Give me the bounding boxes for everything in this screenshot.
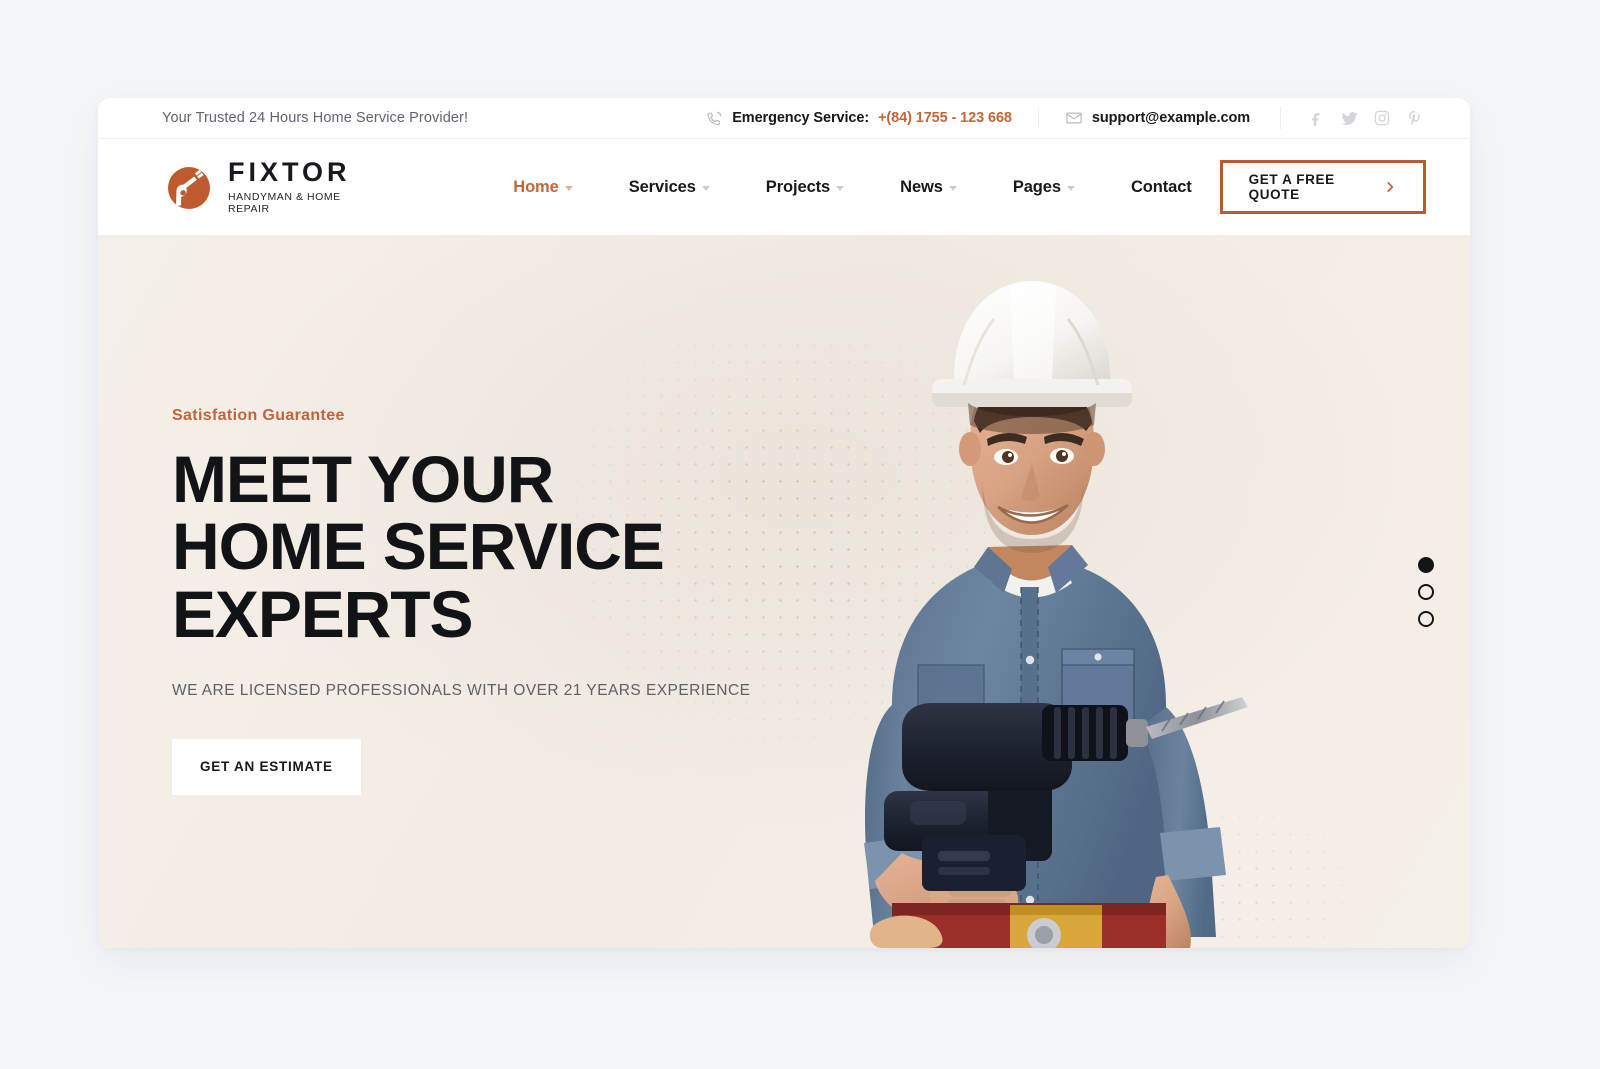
brand-name: FIXTOR (228, 157, 351, 187)
slider-dot-3[interactable] (1418, 610, 1434, 627)
hand-holding-wrench-icon (156, 157, 216, 217)
brand-logo[interactable]: FIXTOR HANDYMAN & HOME REPAIR (156, 157, 357, 217)
hero-title-line-2: HOME SERVICE (172, 509, 665, 584)
quote-button-label: GET A FREE QUOTE (1248, 172, 1335, 202)
nav-label-contact: Contact (1130, 177, 1192, 196)
nav-item-news[interactable]: News (872, 178, 985, 197)
main-navigation-bar: FIXTOR HANDYMAN & HOME REPAIR Home Servi… (98, 139, 1470, 235)
nav-label-pages: Pages (1012, 177, 1061, 196)
emergency-phone[interactable]: Emergency Service: +(84) 1755 - 123 668 (680, 110, 1038, 127)
email-address[interactable]: support@example.com (1092, 110, 1250, 126)
hero-subtitle: WE ARE LICENSED PROFESSIONALS WITH OVER … (172, 681, 751, 699)
hero-copy-block: Satisfation Guarantee MEET YOUR HOME SER… (172, 407, 772, 795)
facebook-icon[interactable] (1305, 107, 1327, 129)
get-a-free-quote-button[interactable]: GET A FREE QUOTE (1219, 160, 1426, 214)
nav-label-projects: Projects (765, 177, 831, 196)
twitter-icon[interactable] (1338, 107, 1360, 129)
nav-item-projects[interactable]: Projects (738, 178, 872, 197)
slider-dot-2[interactable] (1418, 583, 1434, 600)
nav-item-contact[interactable]: Contact (1103, 178, 1220, 197)
hero-title-line-1: MEET YOUR (172, 442, 554, 516)
nav-label-services: Services (628, 177, 696, 196)
hero-slider-section: Satisfation Guarantee MEET YOUR HOME SER… (98, 235, 1470, 948)
chevron-down-icon (836, 185, 845, 191)
nav-item-home[interactable]: Home (485, 178, 600, 197)
top-info-bar: Your Trusted 24 Hours Home Service Provi… (98, 98, 1470, 139)
hero-title-line-3: EXPERTS (172, 576, 473, 651)
hero-handyman-photo (742, 235, 1302, 948)
nav-label-home: Home (513, 177, 559, 196)
emergency-number[interactable]: +(84) 1755 - 123 668 (878, 110, 1012, 126)
chevron-down-icon (564, 185, 573, 191)
chevron-right-icon (1383, 180, 1397, 194)
hero-eyebrow: Satisfation Guarantee (172, 407, 345, 424)
nav-label-news: News (900, 177, 943, 196)
instagram-icon[interactable] (1371, 107, 1393, 129)
envelope-icon (1065, 109, 1083, 127)
slider-pagination (1418, 556, 1434, 627)
tagline-text: Your Trusted 24 Hours Home Service Provi… (162, 110, 469, 126)
emergency-label: Emergency Service: (732, 110, 870, 126)
brand-tagline: HANDYMAN & HOME REPAIR (228, 191, 341, 215)
hero-title: MEET YOUR HOME SERVICE EXPERTS (172, 442, 772, 651)
slider-dot-1[interactable] (1418, 556, 1434, 573)
chevron-down-icon (948, 185, 957, 191)
pinterest-icon[interactable] (1404, 107, 1426, 129)
chevron-down-icon (1066, 185, 1075, 191)
get-an-estimate-button[interactable]: GET AN ESTIMATE (172, 738, 361, 795)
chevron-down-icon (701, 185, 710, 191)
support-email[interactable]: support@example.com (1037, 109, 1276, 127)
nav-menu: Home Services Projects News Pages Contac… (485, 178, 1219, 197)
brand-text-block: FIXTOR HANDYMAN & HOME REPAIR (228, 157, 357, 216)
nav-item-pages[interactable]: Pages (985, 178, 1103, 197)
nav-item-services[interactable]: Services (601, 178, 738, 197)
browser-page-card: Your Trusted 24 Hours Home Service Provi… (98, 98, 1470, 948)
topbar-right-group: Emergency Service: +(84) 1755 - 123 668 … (680, 107, 1426, 129)
social-links (1280, 107, 1426, 129)
phone-ring-icon (706, 110, 723, 127)
